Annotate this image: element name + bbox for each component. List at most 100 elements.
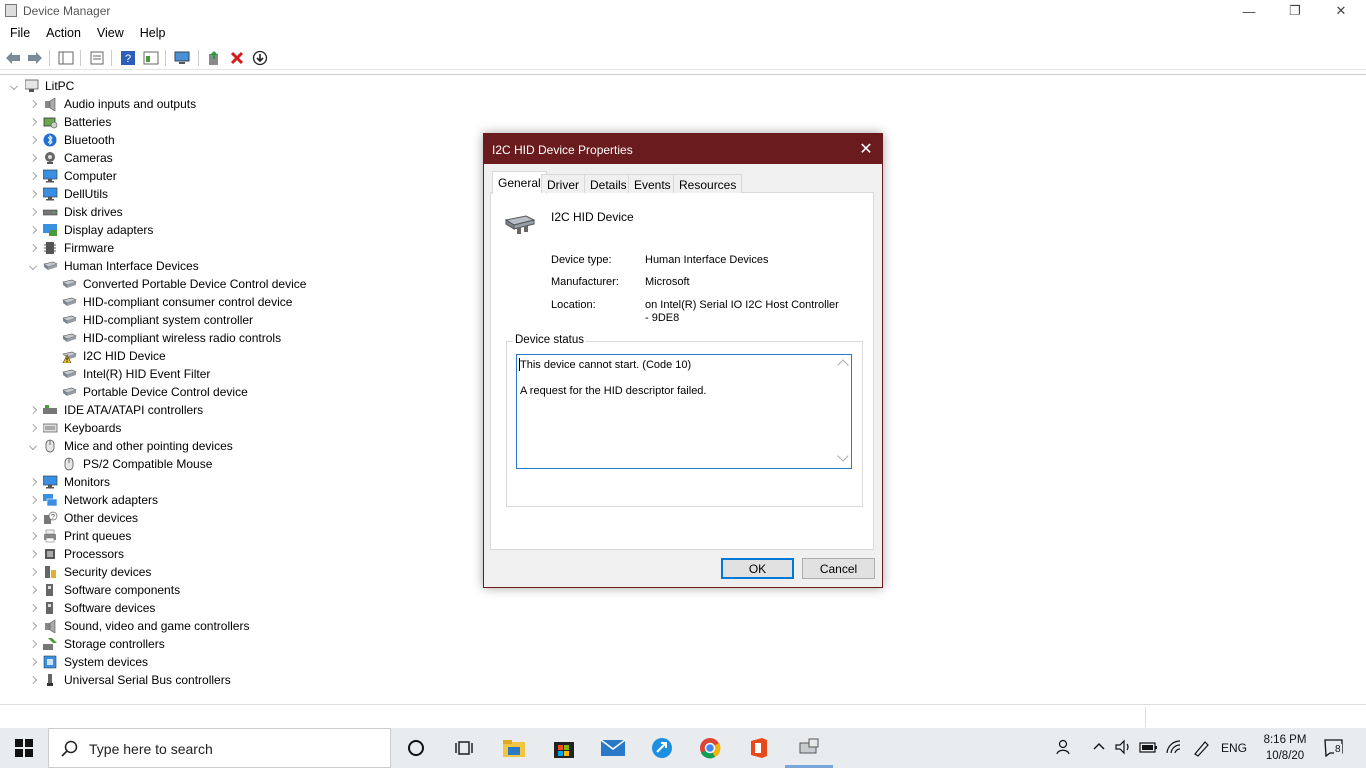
battery-icon[interactable] xyxy=(1139,740,1159,757)
printer-icon xyxy=(43,529,58,543)
chevron-right-icon[interactable] xyxy=(27,134,39,146)
taskbar-file-explorer[interactable] xyxy=(490,728,538,768)
general-tab-panel: I2C HID Device Device type: Human Interf… xyxy=(490,192,874,550)
tree-item-sound-video-and-game-controllers[interactable]: Sound, video and game controllers xyxy=(0,617,600,635)
chevron-down-icon[interactable] xyxy=(27,440,39,452)
taskbar-chrome[interactable] xyxy=(686,728,734,768)
task-view-button[interactable] xyxy=(440,728,488,768)
update-view-icon[interactable] xyxy=(143,50,159,66)
disable-device-icon[interactable] xyxy=(252,50,268,66)
mouse-icon xyxy=(43,439,58,453)
dialog-title-bar[interactable]: I2C HID Device Properties ✕ xyxy=(484,134,882,164)
cancel-button[interactable]: Cancel xyxy=(802,558,875,579)
back-arrow-icon[interactable] xyxy=(5,50,21,66)
tree-item-label: Software devices xyxy=(64,601,156,615)
chevron-right-icon[interactable] xyxy=(27,98,39,110)
svg-text:?: ? xyxy=(125,53,131,65)
notifications-button[interactable]: 8 xyxy=(1324,738,1346,761)
taskbar-mail[interactable] xyxy=(589,728,637,768)
device-status-legend: Device status xyxy=(513,334,587,346)
menu-help[interactable]: Help xyxy=(130,24,172,44)
chevron-right-icon[interactable] xyxy=(27,548,39,560)
chevron-right-icon[interactable] xyxy=(27,206,39,218)
show-hidden-icons-chevron[interactable] xyxy=(1092,740,1106,755)
tab-details[interactable]: Details xyxy=(584,174,633,193)
chevron-right-icon[interactable] xyxy=(27,656,39,668)
chevron-right-icon[interactable] xyxy=(27,620,39,632)
chevron-right-icon[interactable] xyxy=(27,170,39,182)
dialog-close-button[interactable]: ✕ xyxy=(850,134,882,164)
update-driver-icon[interactable] xyxy=(206,50,222,66)
uninstall-device-icon[interactable] xyxy=(229,50,245,66)
chevron-right-icon[interactable] xyxy=(27,566,39,578)
chevron-right-icon[interactable] xyxy=(27,224,39,236)
device-type-label: Device type: xyxy=(551,254,612,266)
input-language[interactable]: ENG xyxy=(1221,741,1247,755)
chevron-right-icon[interactable] xyxy=(27,476,39,488)
cortana-button[interactable] xyxy=(392,728,440,768)
monitor-icon xyxy=(42,187,58,201)
tree-item-universal-serial-bus-controllers[interactable]: Universal Serial Bus controllers xyxy=(0,671,600,689)
status-message: This device cannot start. (Code 10) xyxy=(520,359,692,371)
taskbar-office[interactable] xyxy=(735,728,783,768)
close-button[interactable]: ✕ xyxy=(1318,0,1364,22)
title-bar[interactable]: Device Manager — ❐ ✕ xyxy=(0,0,1366,22)
chevron-right-icon[interactable] xyxy=(27,242,39,254)
taskbar-device-manager[interactable] xyxy=(785,728,833,768)
chevron-right-icon[interactable] xyxy=(27,152,39,164)
chevron-down-icon[interactable] xyxy=(8,80,20,92)
chevron-right-icon[interactable] xyxy=(27,602,39,614)
chevron-right-icon[interactable] xyxy=(27,512,39,524)
tab-resources[interactable]: Resources xyxy=(673,174,743,193)
chevron-right-icon[interactable] xyxy=(27,638,39,650)
scroll-down-icon[interactable] xyxy=(837,450,849,462)
people-icon[interactable] xyxy=(1056,738,1074,759)
show-hide-console-tree-icon[interactable] xyxy=(58,50,74,66)
restore-button[interactable]: ❐ xyxy=(1272,0,1318,22)
scan-hardware-icon[interactable] xyxy=(174,50,190,66)
tree-item-audio-inputs-and-outputs[interactable]: Audio inputs and outputs xyxy=(0,95,600,113)
volume-icon[interactable] xyxy=(1114,739,1132,758)
menu-action[interactable]: Action xyxy=(36,24,87,44)
tab-events[interactable]: Events xyxy=(628,174,677,193)
clock[interactable]: 8:16 PM 10/8/20 xyxy=(1255,732,1315,764)
help-icon[interactable]: ? xyxy=(120,50,136,66)
chevron-right-icon[interactable] xyxy=(27,116,39,128)
ok-button[interactable]: OK xyxy=(721,558,794,579)
network-icon xyxy=(43,493,58,507)
chevron-right-icon[interactable] xyxy=(27,530,39,542)
device-status-textbox[interactable]: This device cannot start. (Code 10) A re… xyxy=(516,354,852,469)
chevron-down-icon[interactable] xyxy=(27,260,39,272)
chevron-right-icon[interactable] xyxy=(27,494,39,506)
menu-file[interactable]: File xyxy=(0,24,36,44)
forward-arrow-icon[interactable] xyxy=(27,50,43,66)
taskbar-app-blue[interactable] xyxy=(638,728,686,768)
status-scrollbar[interactable] xyxy=(835,355,851,468)
chevron-right-icon[interactable] xyxy=(27,404,39,416)
scroll-up-icon[interactable] xyxy=(837,359,849,371)
tree-item-root[interactable]: LitPC xyxy=(0,77,600,95)
taskbar-search-box[interactable]: Type here to search xyxy=(48,728,391,768)
menu-view[interactable]: View xyxy=(87,24,130,44)
tree-item-label: LitPC xyxy=(45,79,75,93)
start-button[interactable] xyxy=(0,728,48,768)
taskbar-store[interactable] xyxy=(540,728,588,768)
chevron-right-icon[interactable] xyxy=(27,674,39,686)
chevron-right-icon[interactable] xyxy=(27,584,39,596)
wifi-icon[interactable] xyxy=(1165,739,1183,758)
tree-item-system-devices[interactable]: System devices xyxy=(0,653,600,671)
device-type-value: Human Interface Devices xyxy=(645,254,769,266)
tree-item-software-devices[interactable]: Software devices xyxy=(0,599,600,617)
tab-general[interactable]: General xyxy=(492,171,547,194)
minimize-button[interactable]: — xyxy=(1226,0,1272,22)
tab-driver[interactable]: Driver xyxy=(541,174,585,193)
cortana-icon xyxy=(408,740,424,756)
chevron-right-icon[interactable] xyxy=(27,422,39,434)
location-label: Location: xyxy=(551,299,596,311)
properties-icon[interactable] xyxy=(89,50,105,66)
security-icon xyxy=(43,565,58,579)
chevron-right-icon[interactable] xyxy=(27,188,39,200)
tree-item-storage-controllers[interactable]: Storage controllers xyxy=(0,635,600,653)
tree-item-batteries[interactable]: Batteries xyxy=(0,113,600,131)
pen-icon[interactable] xyxy=(1192,739,1210,760)
